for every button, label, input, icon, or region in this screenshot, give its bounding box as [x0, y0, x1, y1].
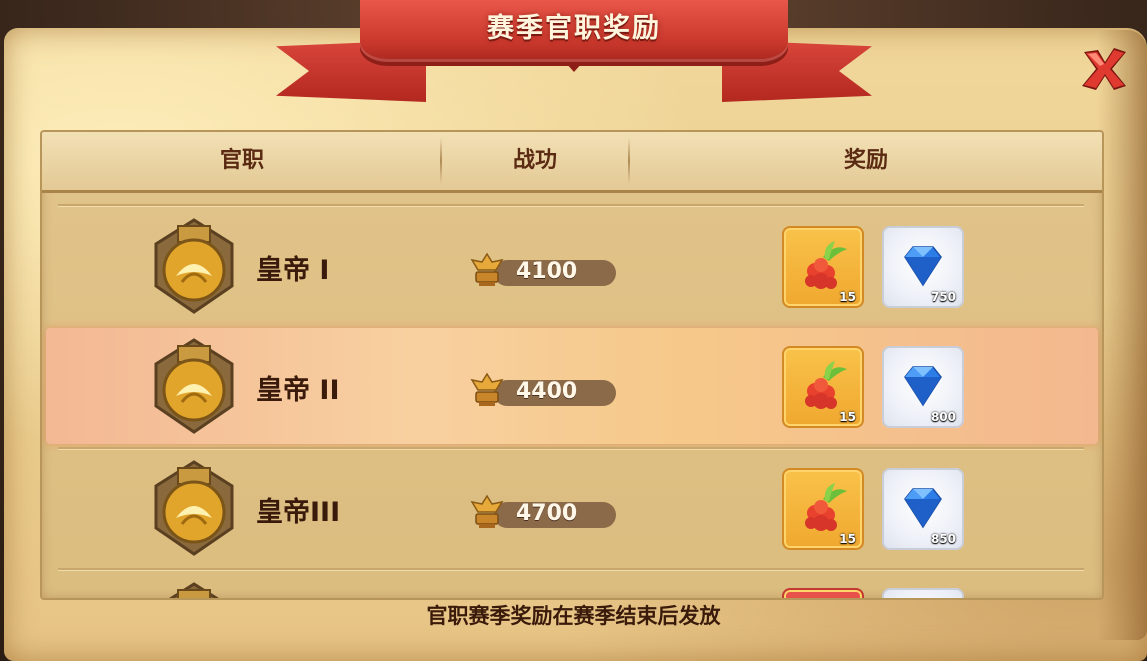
close-button[interactable] [1076, 44, 1132, 94]
row-divider [58, 204, 1084, 206]
reward-berry[interactable]: 15 [782, 226, 864, 308]
header-reward: 奖励 [843, 148, 888, 173]
header-merit: 战功 [512, 148, 557, 173]
panel-edge-shadow [1097, 30, 1147, 640]
header-rank: 官职 [219, 148, 264, 173]
reward-count: 15 [839, 532, 856, 546]
table-header: 官职 战功 奖励 [42, 132, 1102, 193]
emperor-badge-icon [154, 460, 234, 556]
rank-name: 皇帝 I [256, 255, 330, 286]
reward-count: 850 [930, 532, 956, 546]
reward-count: 800 [930, 410, 956, 424]
raspberry-icon [805, 483, 847, 531]
reward-berry[interactable]: 15 [782, 346, 864, 428]
raspberry-icon [805, 241, 847, 289]
table-row-current: 皇帝 II 4400 15 800 [46, 328, 1098, 444]
blue-diamond-icon [904, 366, 942, 407]
table-row: 皇帝III 4700 15 850 [56, 450, 1088, 568]
reward-count: 750 [930, 290, 956, 304]
reward-berry[interactable]: 15 [782, 468, 864, 550]
close-x-icon [1082, 48, 1126, 90]
reward-count: 15 [839, 290, 856, 304]
raspberry-icon [805, 361, 847, 409]
rank-name: 皇帝III [256, 497, 341, 528]
blue-diamond-icon [904, 488, 942, 529]
emperor-badge-icon [154, 218, 234, 314]
reward-gem[interactable]: 750 [882, 226, 964, 308]
merit-value: 4700 [516, 501, 578, 526]
reward-gem[interactable]: 850 [882, 468, 964, 550]
rank-reward-table: 官职 战功 奖励 皇帝 I 4100 15 750 皇帝 II 4400 15 … [40, 130, 1104, 600]
row-divider [58, 447, 1084, 449]
eagle-spqr-icon [470, 252, 504, 286]
merit-value: 4100 [516, 259, 578, 284]
footer-note: 官职赛季奖励在赛季结束后发放 [426, 604, 721, 628]
table-row-partial [56, 572, 1088, 598]
dialog-title: 赛季官职奖励 [487, 13, 661, 44]
merit-value: 4400 [516, 379, 578, 404]
reward-gem[interactable] [882, 588, 964, 598]
emperor-badge-icon [169, 582, 219, 598]
reward-gem[interactable]: 800 [882, 346, 964, 428]
table-row: 皇帝 I 4100 15 750 [56, 208, 1088, 326]
row-divider [58, 568, 1084, 570]
blue-diamond-icon [904, 246, 942, 287]
eagle-spqr-icon [470, 372, 504, 406]
emperor-badge-icon [154, 338, 234, 434]
eagle-spqr-icon [470, 494, 504, 528]
rank-name: 皇帝 II [256, 375, 340, 406]
reward-count: 15 [839, 410, 856, 424]
reward-berry[interactable] [782, 588, 864, 598]
